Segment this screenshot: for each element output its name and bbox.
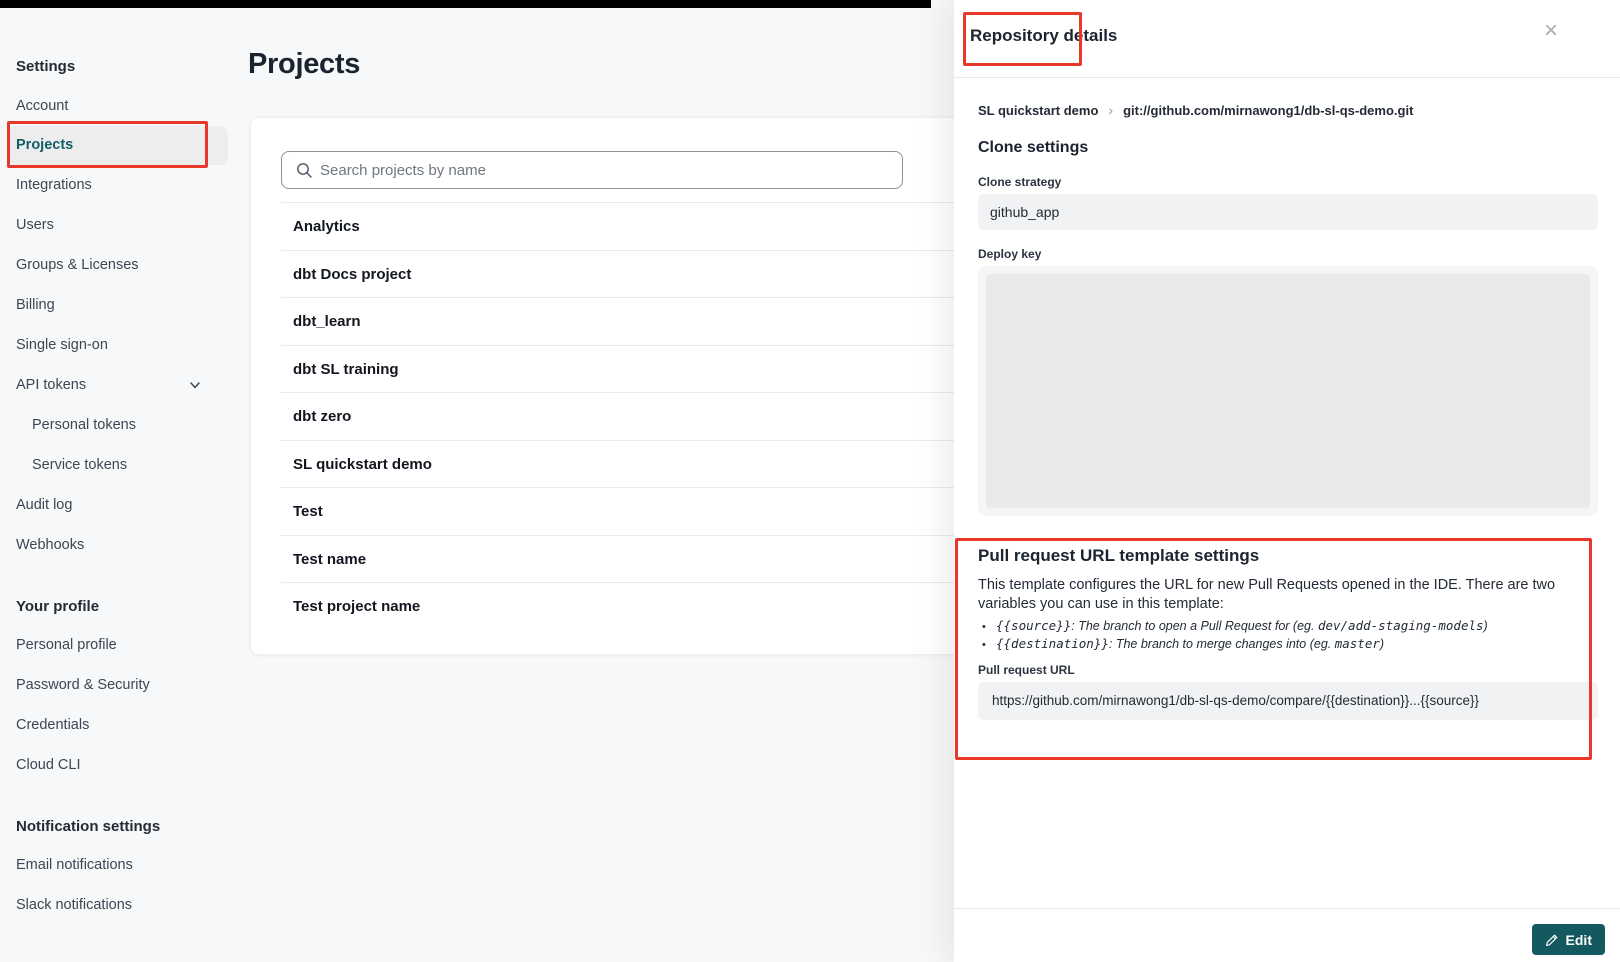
variable-source-close: ) [1484,619,1488,633]
chevron-down-icon[interactable] [188,378,202,392]
breadcrumb-project[interactable]: SL quickstart demo [978,103,1098,118]
clone-settings-heading: Clone settings [978,139,1088,157]
sidebar-item-email-notifications[interactable]: Email notifications [16,855,133,875]
pull-request-variable-list: •{{source}}: The branch to open a Pull R… [982,618,1488,653]
repository-details-panel: Repository details × SL quickstart demo ›… [954,0,1620,962]
page-title: Projects [248,48,360,81]
top-edge-strip [0,0,931,8]
breadcrumb-repo-url: git://github.com/mirnawong1/db-sl-qs-dem… [1123,103,1413,118]
pull-request-description: This template configures the URL for new… [978,576,1578,614]
sidebar-item-groups-licenses[interactable]: Groups & Licenses [16,255,139,275]
sidebar-item-cloud-cli[interactable]: Cloud CLI [16,755,80,775]
sidebar-item-service-tokens[interactable]: Service tokens [32,455,127,475]
search-input[interactable] [320,153,890,187]
sidebar-settings-heading: Settings [16,57,75,77]
sidebar-item-api-tokens-label: API tokens [16,377,86,393]
breadcrumb-separator-icon: › [1108,102,1113,118]
bullet-icon: • [982,637,996,654]
sidebar-item-billing[interactable]: Billing [16,295,55,315]
sidebar-item-password-security[interactable]: Password & Security [16,675,150,695]
variable-source-description: : The branch to open a Pull Request for … [1071,619,1318,633]
sidebar-item-projects[interactable]: Projects [8,126,228,165]
sidebar-item-projects-label: Projects [16,126,73,165]
list-item: •{{destination}}: The branch to merge ch… [982,636,1488,654]
variable-destination-description: : The branch to merge changes into (eg. [1109,637,1335,651]
deploy-key-field[interactable] [978,266,1598,516]
variable-destination-close: ) [1380,637,1384,651]
sidebar-item-integrations[interactable]: Integrations [16,175,92,195]
variable-destination: {{destination}} [996,636,1109,651]
sidebar-item-audit-log[interactable]: Audit log [16,495,72,515]
variable-source: {{source}} [996,618,1071,633]
sidebar-profile-heading: Your profile [16,597,99,617]
sidebar-item-slack-notifications[interactable]: Slack notifications [16,895,132,915]
pull-request-settings-heading: Pull request URL template settings [978,546,1259,566]
search-icon [296,162,313,179]
sidebar-item-api-tokens[interactable]: API tokens [16,375,216,395]
sidebar-item-single-sign-on[interactable]: Single sign-on [16,335,108,355]
settings-sidebar: Settings Account Projects Integrations U… [0,0,240,962]
search-box [281,151,903,189]
pencil-icon [1545,933,1559,947]
pull-request-url-field[interactable]: https://github.com/mirnawong1/db-sl-qs-d… [978,682,1598,720]
edit-button-label: Edit [1566,932,1592,948]
sidebar-item-users[interactable]: Users [16,215,54,235]
sidebar-item-personal-tokens[interactable]: Personal tokens [32,415,136,435]
clone-strategy-field[interactable]: github_app [978,194,1598,230]
edit-button[interactable]: Edit [1532,924,1605,955]
sidebar-item-personal-profile[interactable]: Personal profile [16,635,117,655]
sidebar-item-credentials[interactable]: Credentials [16,715,89,735]
panel-title: Repository details [970,26,1117,46]
sidebar-notifications-heading: Notification settings [16,817,160,837]
sidebar-item-webhooks[interactable]: Webhooks [16,535,84,555]
deploy-key-label: Deploy key [978,247,1041,261]
panel-header-divider [954,77,1620,78]
deploy-key-redacted-value [986,274,1590,508]
sidebar-item-account[interactable]: Account [16,96,68,116]
clone-strategy-label: Clone strategy [978,175,1061,189]
breadcrumb: SL quickstart demo › git://github.com/mirn… [978,102,1413,118]
close-icon[interactable]: × [1538,18,1564,44]
pull-request-url-label: Pull request URL [978,663,1075,677]
bullet-icon: • [982,619,996,636]
list-item: •{{source}}: The branch to open a Pull R… [982,618,1488,636]
variable-source-example: dev/add-staging-models [1318,618,1484,633]
variable-destination-example: master [1335,636,1380,651]
panel-footer-divider [954,908,1620,909]
